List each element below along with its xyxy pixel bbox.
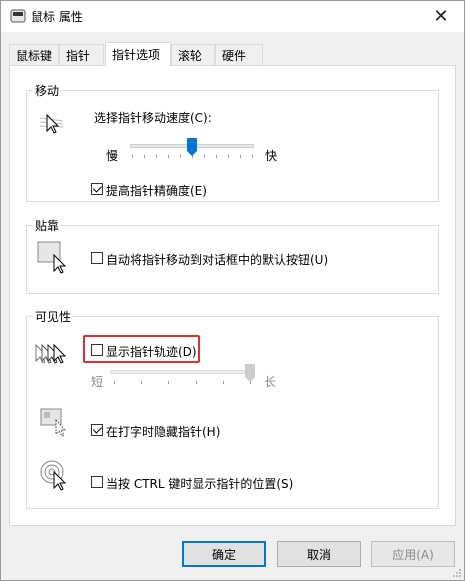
slider-tick — [168, 155, 169, 158]
hide-while-typing-icon — [40, 408, 67, 437]
trail-length-slider-thumb[interactable] — [245, 364, 255, 382]
slow-label: 慢 — [106, 149, 119, 163]
visibility-group-label: 可见性 — [33, 308, 74, 325]
close-button[interactable]: ✕ — [418, 1, 464, 32]
snap-to-default-label: 自动将指针移动到对话框中的默认按钮(U) — [106, 253, 329, 267]
snap-to-default-checkbox[interactable] — [91, 252, 103, 264]
pointer-options-panel: 移动 选择指针移动速度(C): 慢 快 提高指针精确度(E) 贴靠 自动将指针移… — [9, 65, 456, 526]
slider-tick — [144, 155, 145, 158]
long-label: 长 — [264, 375, 277, 389]
enhance-precision-label: 提高指针精确度(E) — [106, 184, 207, 198]
motion-group: 移动 选择指针移动速度(C): 慢 快 提高指针精确度(E) — [26, 82, 439, 202]
tab-hardware[interactable]: 硬件 — [215, 44, 263, 65]
show-location-ctrl-label: 当按 CTRL 键时显示指针的位置(S) — [106, 477, 294, 491]
apply-button[interactable]: 应用(A) — [371, 541, 455, 567]
slider-tick — [132, 155, 133, 158]
snap-to-default-icon — [37, 241, 67, 274]
mouse-app-icon — [10, 9, 26, 23]
slider-tick — [180, 155, 181, 158]
hide-while-typing-label: 在打字时隐藏指针(H) — [106, 425, 221, 439]
resize-grip-icon[interactable] — [452, 568, 462, 578]
slider-tick — [216, 155, 217, 158]
visibility-group: 可见性 显示指针轨迹(D) 短 长 在打字时隐藏指针(H) 当按 CTRL 键时… — [26, 308, 439, 509]
tab-buttons[interactable]: 鼠标键 — [9, 44, 59, 65]
title-bar: 鼠标 属性 ✕ — [1, 1, 464, 32]
mouse-properties-dialog: 鼠标 属性 ✕ 鼠标键 指针 指针选项 滚轮 硬件 移动 选择指针移动速度(C)… — [0, 0, 465, 581]
snap-group-label: 贴靠 — [33, 217, 62, 234]
tab-pointers[interactable]: 指针 — [59, 44, 104, 65]
close-icon: ✕ — [433, 6, 449, 27]
slider-tick — [204, 155, 205, 158]
fast-label: 快 — [265, 149, 278, 163]
pointer-trails-label: 显示指针轨迹(D) — [106, 345, 197, 359]
enhance-precision-checkbox[interactable] — [91, 183, 103, 195]
snap-to-group: 贴靠 自动将指针移动到对话框中的默认按钮(U) — [26, 217, 439, 294]
slider-tick — [228, 155, 229, 158]
slider-tick — [240, 155, 241, 158]
hide-while-typing-checkbox[interactable] — [91, 424, 103, 436]
pointer-trails-icon — [35, 343, 67, 364]
short-label: 短 — [91, 375, 104, 389]
slider-tick — [222, 381, 224, 384]
slider-tick — [195, 381, 197, 384]
slider-tick — [156, 155, 157, 158]
show-location-ctrl-checkbox[interactable] — [91, 476, 103, 488]
speed-label: 选择指针移动速度(C): — [94, 111, 212, 125]
pointer-speed-icon — [39, 113, 64, 134]
motion-group-label: 移动 — [33, 82, 62, 99]
slider-tick — [114, 381, 115, 384]
slider-tick — [141, 381, 143, 384]
show-location-ctrl-icon — [40, 460, 67, 491]
cancel-button[interactable]: 取消 — [277, 541, 361, 567]
tab-pointer-options[interactable]: 指针选项 — [105, 42, 171, 66]
speed-slider-thumb[interactable] — [187, 138, 197, 156]
ok-button[interactable]: 确定 — [182, 541, 266, 567]
slider-tick — [168, 381, 170, 384]
window-title: 鼠标 属性 — [31, 10, 83, 24]
tab-wheel[interactable]: 滚轮 — [171, 44, 215, 65]
slider-tick — [252, 155, 253, 158]
trail-length-slider-track — [110, 370, 254, 374]
pointer-trails-checkbox[interactable] — [91, 344, 103, 356]
